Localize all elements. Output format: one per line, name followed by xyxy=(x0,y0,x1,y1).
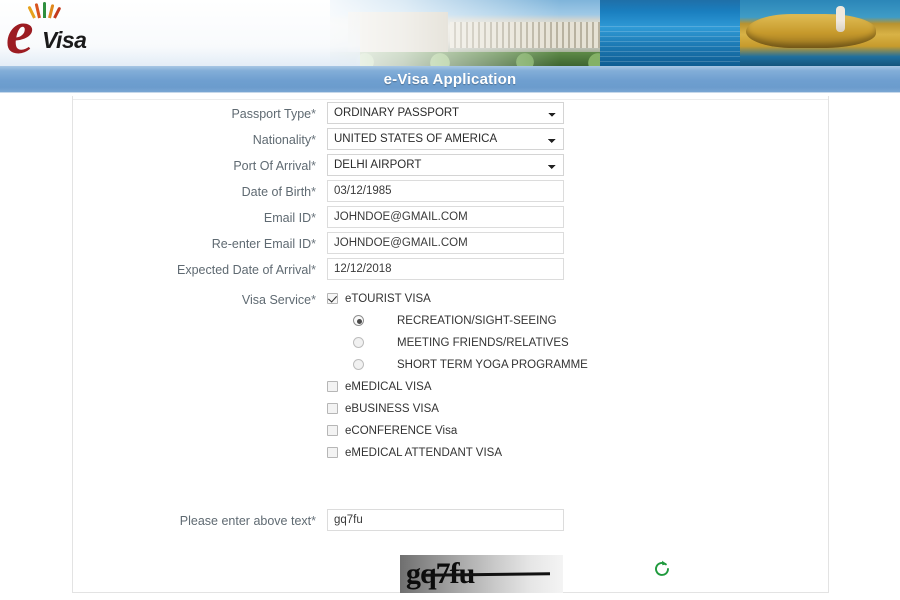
input-date-of-birth[interactable] xyxy=(327,180,564,202)
option-label: eBUSINESS VISA xyxy=(345,403,439,415)
checkbox-option[interactable]: eCONFERENCE Visa xyxy=(327,420,667,442)
required-asterisk: * xyxy=(311,133,316,147)
required-asterisk: * xyxy=(311,185,316,199)
banner-backwater xyxy=(600,0,760,66)
logo-word-visa: Visa xyxy=(42,27,87,53)
checkbox-option[interactable]: eMEDICAL ATTENDANT VISA xyxy=(327,442,667,464)
form-row: Nationality* UNITED STATES OF AMERICA xyxy=(73,128,830,154)
page-title: e-Visa Application xyxy=(383,71,517,88)
required-asterisk: * xyxy=(311,211,316,225)
captcha-input[interactable] xyxy=(327,509,564,531)
form-row: Expected Date of Arrival* xyxy=(73,258,830,284)
form-row: Port Of Arrival* DELHI AIRPORT xyxy=(73,154,830,180)
option-label: SHORT TERM YOGA PROGRAMME xyxy=(397,359,588,371)
radio-meeting-friends-relatives[interactable] xyxy=(353,337,364,348)
logo-letter-e: e xyxy=(6,0,33,66)
captcha-input-label: Please enter above text* xyxy=(179,514,316,528)
checkbox-option[interactable]: eTOURIST VISA xyxy=(327,288,667,310)
required-asterisk: * xyxy=(311,237,316,251)
option-label: MEETING FRIENDS/RELATIVES xyxy=(397,337,569,349)
form-row: Email ID* xyxy=(73,206,830,232)
radio-option[interactable]: RECREATION/SIGHT-SEEING xyxy=(327,310,667,332)
visa-service-options: eTOURIST VISA RECREATION/SIGHT-SEEING MEET… xyxy=(327,288,667,464)
option-label: eMEDICAL VISA xyxy=(345,381,432,393)
option-label: eTOURIST VISA xyxy=(345,293,431,305)
form-row: Re-enter Email ID* xyxy=(73,232,830,258)
flame-icon xyxy=(27,2,62,19)
form-row: Passport Type* ORDINARY PASSPORT xyxy=(73,102,830,128)
checkbox-etourist-visa[interactable] xyxy=(327,293,338,304)
option-label: eMEDICAL ATTENDANT VISA xyxy=(345,447,502,459)
page-title-bar: e-Visa Application xyxy=(0,66,900,93)
field-label: Date of Birth* xyxy=(241,185,316,199)
input-re-enter-email-id[interactable] xyxy=(327,232,564,254)
field-label: Passport Type* xyxy=(231,107,316,121)
radio-short-term-yoga-programme[interactable] xyxy=(353,359,364,370)
option-label: eCONFERENCE Visa xyxy=(345,425,458,437)
required-asterisk: * xyxy=(311,263,316,277)
required-asterisk: * xyxy=(311,159,316,173)
visa-service-label: Visa Service* xyxy=(241,293,316,307)
banner-houseboat xyxy=(740,0,900,66)
checkbox-emedical-attendant-visa[interactable] xyxy=(327,447,338,458)
input-expected-date-of-arrival[interactable] xyxy=(327,258,564,280)
panel-top-rule xyxy=(73,99,828,100)
field-label: Expected Date of Arrival* xyxy=(177,263,316,277)
captcha-answer-row: Please enter above text* xyxy=(73,509,830,535)
select-nationality[interactable]: UNITED STATES OF AMERICA xyxy=(327,128,564,150)
field-label: Port Of Arrival* xyxy=(233,159,316,173)
select-passport-type[interactable]: ORDINARY PASSPORT xyxy=(327,102,564,124)
captcha-image: gq7fu xyxy=(400,555,563,593)
form-row: Date of Birth* xyxy=(73,180,830,206)
option-label: RECREATION/SIGHT-SEEING xyxy=(397,315,557,327)
evisa-application-page: e Visa e-Visa Application Passport Type*… xyxy=(0,0,900,600)
header-banner: e Visa xyxy=(0,0,900,66)
checkbox-ebusiness-visa[interactable] xyxy=(327,403,338,414)
checkbox-econference-visa[interactable] xyxy=(327,425,338,436)
select-port-of-arrival[interactable]: DELHI AIRPORT xyxy=(327,154,564,176)
checkbox-option[interactable]: eBUSINESS VISA xyxy=(327,398,667,420)
form-panel: Passport Type* ORDINARY PASSPORT Nationali… xyxy=(72,96,829,593)
required-asterisk: * xyxy=(311,293,316,307)
radio-option[interactable]: MEETING FRIENDS/RELATIVES xyxy=(327,332,667,354)
refresh-icon[interactable] xyxy=(652,559,672,579)
radio-recreation-sight-seeing[interactable] xyxy=(353,315,364,326)
field-label: Email ID* xyxy=(263,211,316,225)
checkbox-emedical-visa[interactable] xyxy=(327,381,338,392)
required-asterisk: * xyxy=(311,107,316,121)
required-asterisk: * xyxy=(311,514,316,528)
radio-option[interactable]: SHORT TERM YOGA PROGRAMME xyxy=(327,354,667,376)
field-label: Re-enter Email ID* xyxy=(211,237,316,251)
captcha-strike-line xyxy=(423,572,551,577)
checkbox-option[interactable]: eMEDICAL VISA xyxy=(327,376,667,398)
field-label: Nationality* xyxy=(252,133,316,147)
input-email-id[interactable] xyxy=(327,206,564,228)
evisa-logo[interactable]: e Visa xyxy=(4,0,124,66)
